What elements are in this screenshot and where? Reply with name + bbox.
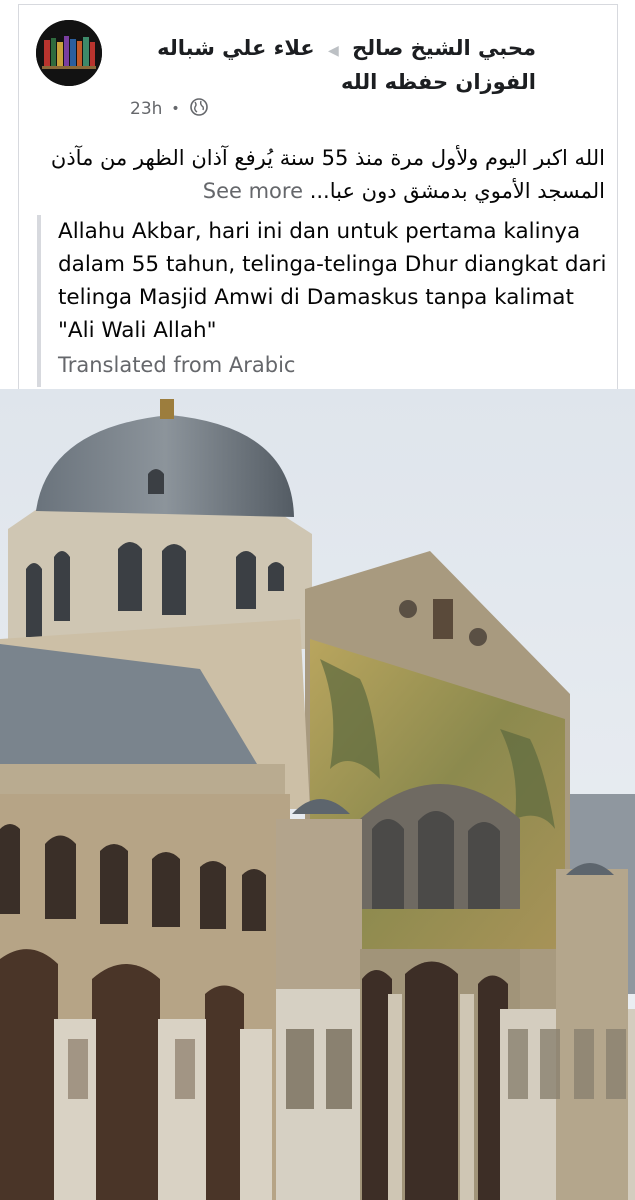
- post-body: الله اكبر اليوم ولأول مرة منذ 55 سنة يُر…: [50, 146, 605, 203]
- author-name[interactable]: محبي الشيخ صالح: [352, 36, 536, 60]
- post-meta: 23h •: [130, 96, 209, 122]
- page-avatar[interactable]: [36, 20, 102, 86]
- post-author[interactable]: محبي الشيخ صالح ◀ علاء علي شباله الفوزان…: [106, 33, 536, 98]
- translated-from-label[interactable]: Translated from Arabic: [58, 353, 295, 377]
- see-more-link[interactable]: See more: [203, 179, 303, 203]
- post-timestamp[interactable]: 23h: [130, 99, 162, 119]
- globe-icon: [189, 97, 209, 122]
- share-arrow-icon: ◀: [327, 43, 339, 59]
- post-text: الله اكبر اليوم ولأول مرة منذ 55 سنة يُر…: [40, 142, 605, 208]
- translation-quote-bar: [37, 215, 41, 387]
- post-photo[interactable]: [0, 389, 635, 1200]
- translation-text: Allahu Akbar, hari ini dan untuk pertama…: [58, 219, 607, 343]
- separator-dot: •: [171, 101, 180, 117]
